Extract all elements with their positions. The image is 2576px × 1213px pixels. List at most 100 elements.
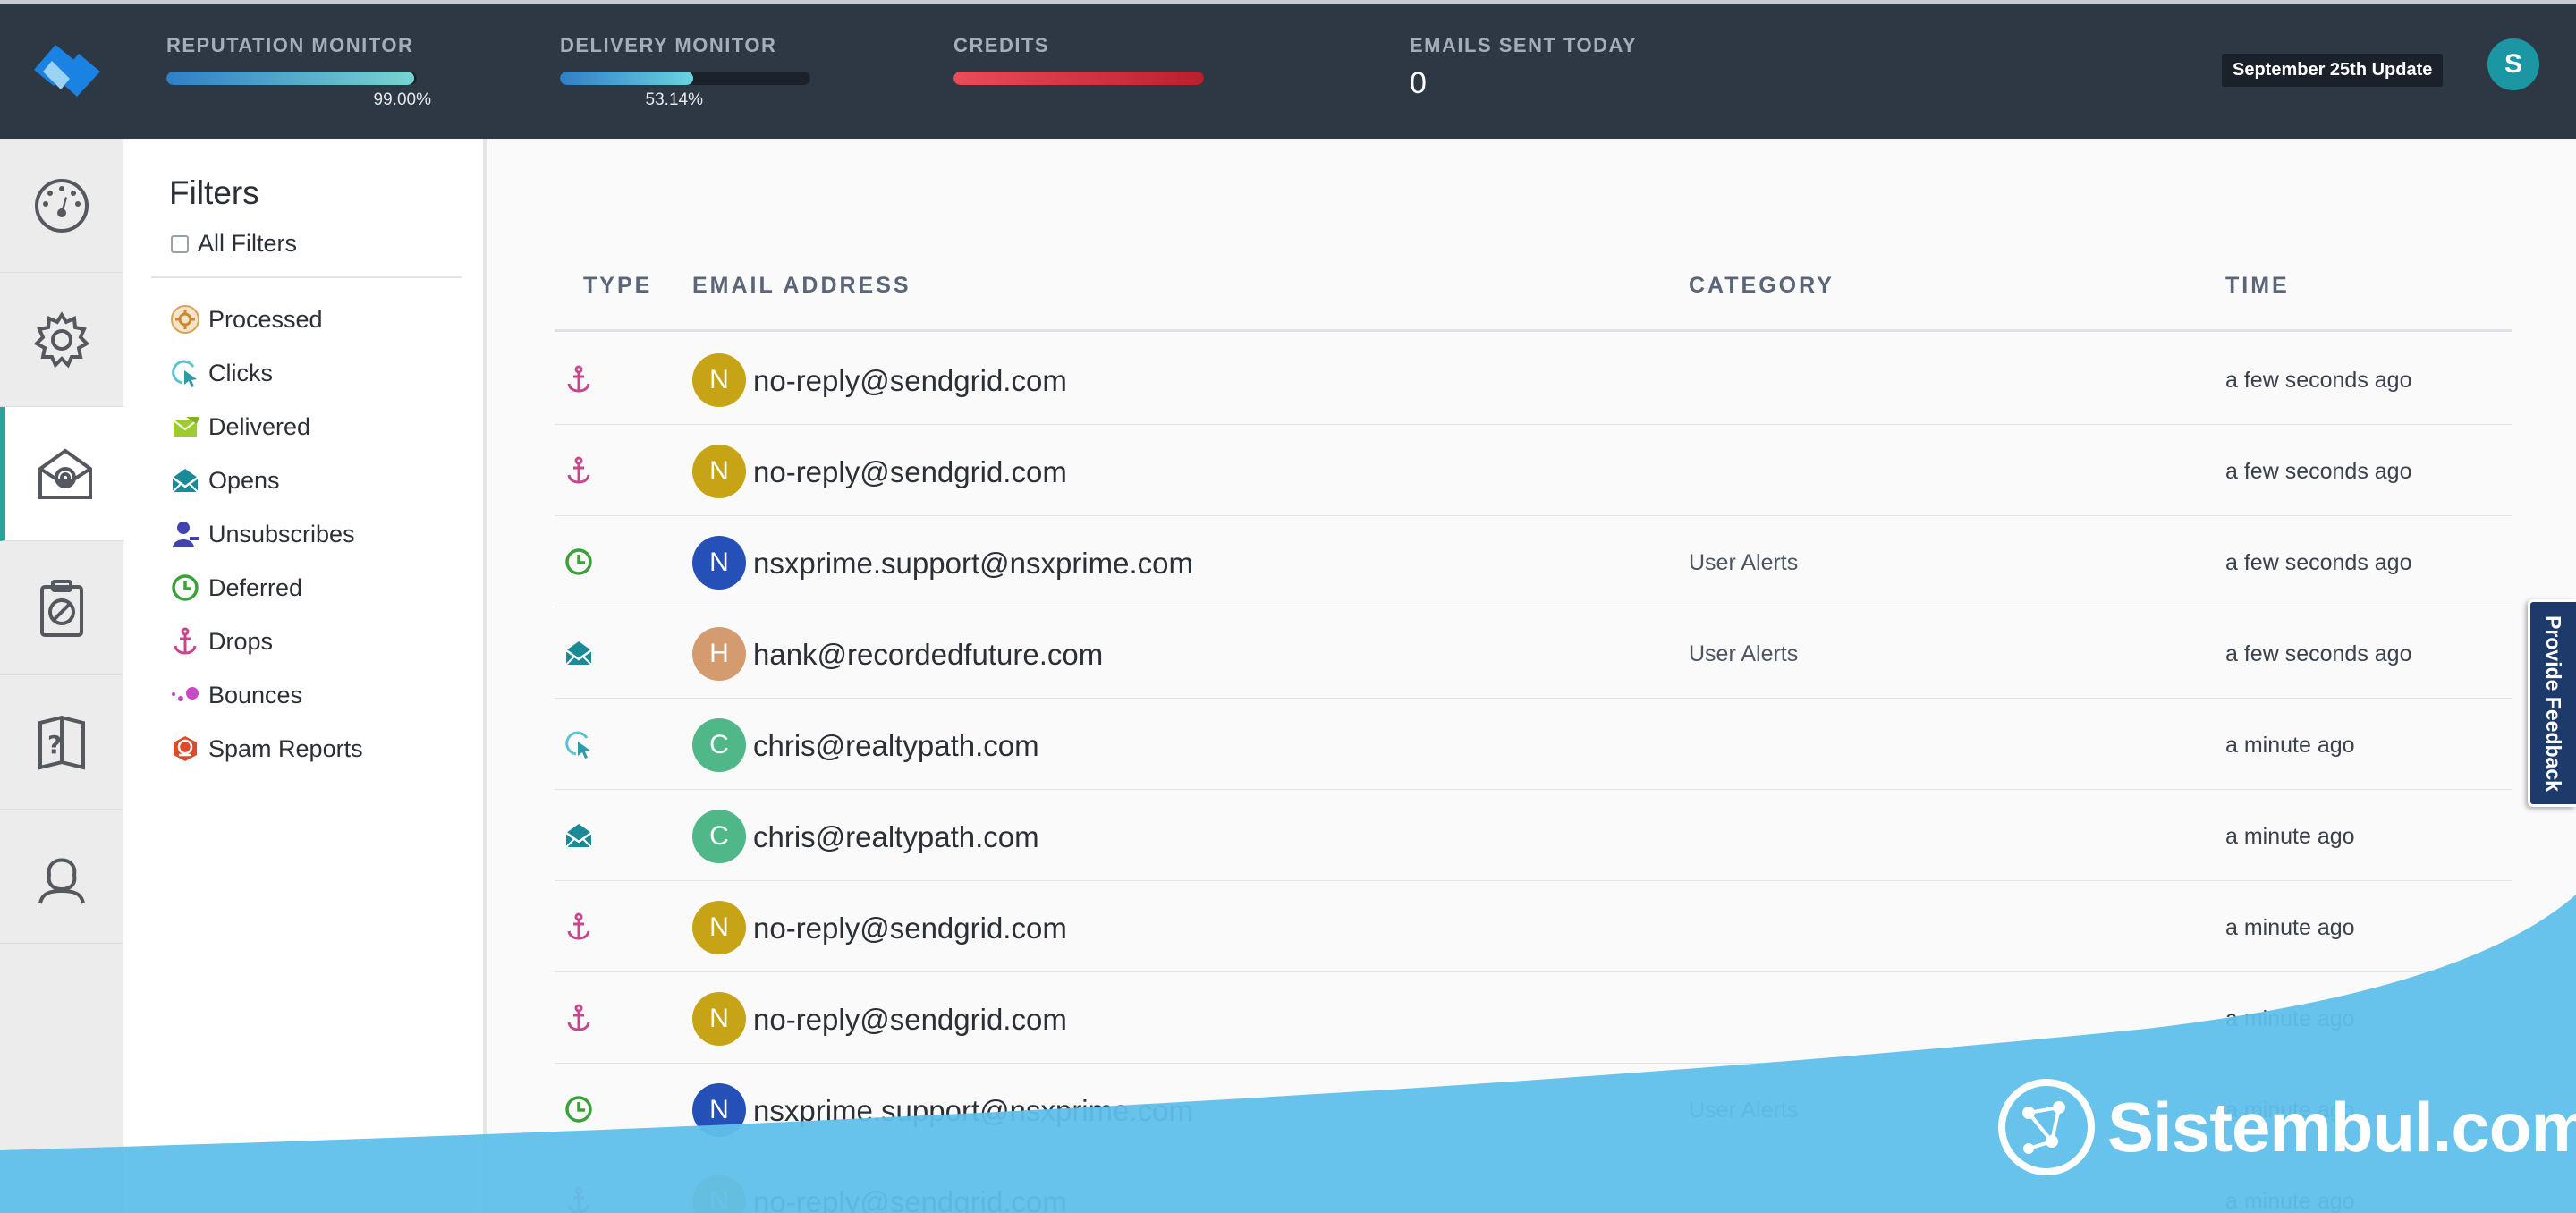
filters-panel: Filters All Filters Processed Clicks Del… [124, 139, 487, 1213]
checkbox-icon[interactable] [171, 234, 189, 253]
nav-suppressions[interactable] [0, 541, 123, 675]
contact-avatar: C [692, 718, 746, 772]
help-icon: ? [38, 715, 85, 770]
account-icon [38, 858, 85, 903]
update-button[interactable]: September 25th Update [2222, 54, 2444, 87]
email-address[interactable]: nsxprime.support@nsxprime.com [753, 1094, 1193, 1128]
filter-drops[interactable]: Drops [169, 625, 273, 657]
emails-sent-label: EMAILS SENT TODAY [1410, 34, 1638, 56]
bounce-icon [172, 687, 199, 701]
filter-clicks[interactable]: Clicks [169, 357, 273, 389]
filter-deferred[interactable]: Deferred [169, 572, 302, 604]
contact-avatar: N [692, 536, 746, 590]
table-row[interactable]: Nno-reply@sendgrid.com a few seconds ago [555, 425, 2512, 516]
contact-avatar: N [692, 901, 746, 954]
filters-divider [151, 276, 462, 278]
deferred-icon [172, 574, 199, 601]
filter-label: Bounces [208, 681, 303, 708]
reputation-monitor-label: REPUTATION MONITOR [166, 34, 414, 56]
provide-feedback-tab[interactable]: Provide Feedback [2528, 599, 2576, 807]
svg-text:?: ? [47, 730, 62, 759]
reputation-bar [166, 72, 417, 85]
reputation-monitor[interactable]: REPUTATION MONITOR 99.00% [166, 34, 431, 110]
nav-email-activity[interactable] [0, 407, 124, 541]
settings-icon [33, 310, 90, 368]
table-header: TYPE EMAIL ADDRESS CATEGORY TIME [555, 273, 2512, 332]
emails-sent-value: 0 [1410, 66, 1427, 100]
table-row[interactable]: Nnsxprime.support@nsxprime.com User Alert… [555, 516, 2512, 607]
contact-avatar: N [692, 353, 746, 407]
contact-avatar: N [692, 445, 746, 498]
filter-processed[interactable]: Processed [169, 303, 323, 335]
click-icon [172, 360, 197, 387]
activity-feed: TYPE EMAIL ADDRESS CATEGORY TIME Nno-rep… [492, 139, 2576, 1213]
credits-bar-fill [953, 72, 1204, 85]
filter-label: Processed [208, 305, 323, 333]
email-address[interactable]: no-reply@sendgrid.com [753, 1003, 1067, 1037]
filter-label: Deferred [208, 573, 303, 601]
email-address[interactable]: no-reply@sendgrid.com [753, 364, 1067, 398]
credits-monitor[interactable]: CREDITS [953, 34, 1204, 85]
event-time: a minute ago [2225, 733, 2355, 758]
contact-avatar: N [692, 1083, 746, 1137]
event-time: a minute ago [2225, 1189, 2355, 1213]
filter-opens[interactable]: Opens [169, 464, 280, 496]
contact-avatar: N [692, 1175, 746, 1213]
event-time: a minute ago [2225, 824, 2355, 849]
email-address[interactable]: nsxprime.support@nsxprime.com [753, 547, 1193, 581]
delivery-bar-fill [560, 72, 693, 85]
table-row[interactable]: Nno-reply@sendgrid.com a minute ago [555, 972, 2512, 1064]
watermark-text: Sistembul.com [2107, 1087, 2576, 1166]
nav-rail: ? [0, 139, 124, 1213]
table-row[interactable]: Hhank@recordedfuture.com User Alerts a few… [555, 607, 2512, 699]
nav-help[interactable]: ? [0, 675, 123, 810]
delivery-monitor-label: DELIVERY MONITOR [560, 34, 777, 56]
event-time: a few seconds ago [2225, 368, 2412, 393]
email-address[interactable]: chris@realtypath.com [753, 729, 1039, 763]
deferred-icon [564, 1094, 594, 1124]
filter-label: Unsubscribes [208, 520, 355, 547]
click-icon [564, 729, 594, 759]
event-time: a minute ago [2225, 1006, 2355, 1031]
email-activity-icon [38, 448, 92, 499]
event-time: a few seconds ago [2225, 641, 2412, 666]
event-time: a minute ago [2225, 915, 2355, 940]
all-filters-checkbox[interactable]: All Filters [171, 230, 297, 258]
unsubscribe-icon [173, 522, 199, 547]
sendgrid-logo-icon[interactable] [25, 34, 107, 106]
filter-unsubscribes[interactable]: Unsubscribes [169, 518, 355, 550]
drop-icon [564, 1185, 594, 1213]
email-address[interactable]: no-reply@sendgrid.com [753, 455, 1067, 489]
nav-dashboard[interactable] [0, 139, 123, 273]
email-address[interactable]: no-reply@sendgrid.com [753, 912, 1067, 946]
table-row[interactable]: Cchris@realtypath.com a minute ago [555, 790, 2512, 881]
drop-icon [564, 1003, 594, 1033]
column-type: TYPE [583, 273, 653, 298]
all-filters-label: All Filters [198, 230, 298, 257]
column-email: EMAIL ADDRESS [692, 273, 911, 298]
spam-icon [174, 736, 197, 761]
table-row[interactable]: Cchris@realtypath.com a minute ago [555, 699, 2512, 790]
email-address[interactable]: no-reply@sendgrid.com [753, 1185, 1067, 1213]
feedback-label: Provide Feedback [2542, 615, 2566, 792]
email-address[interactable]: chris@realtypath.com [753, 820, 1039, 854]
delivery-monitor[interactable]: DELIVERY MONITOR 53.14% [560, 34, 810, 110]
contact-avatar: H [692, 627, 746, 681]
delivered-icon [173, 417, 199, 437]
nav-account[interactable] [0, 810, 123, 944]
table-row[interactable]: Nno-reply@sendgrid.com a few seconds ago [555, 334, 2512, 425]
credits-label: CREDITS [953, 34, 1050, 56]
email-address[interactable]: hank@recordedfuture.com [753, 638, 1103, 672]
deferred-icon [564, 547, 594, 577]
filter-bounces[interactable]: Bounces [169, 679, 302, 711]
category: User Alerts [1689, 641, 1799, 666]
drop-icon [564, 455, 594, 486]
filter-delivered[interactable]: Delivered [169, 411, 310, 443]
user-avatar[interactable]: S [2487, 38, 2539, 90]
drop-icon [564, 912, 594, 942]
filter-label: Spam Reports [208, 734, 363, 762]
nav-settings[interactable] [0, 273, 123, 407]
table-row[interactable]: Nno-reply@sendgrid.com a minute ago [555, 881, 2512, 972]
filter-spam-reports[interactable]: Spam Reports [169, 733, 363, 765]
processed-icon [171, 305, 199, 334]
